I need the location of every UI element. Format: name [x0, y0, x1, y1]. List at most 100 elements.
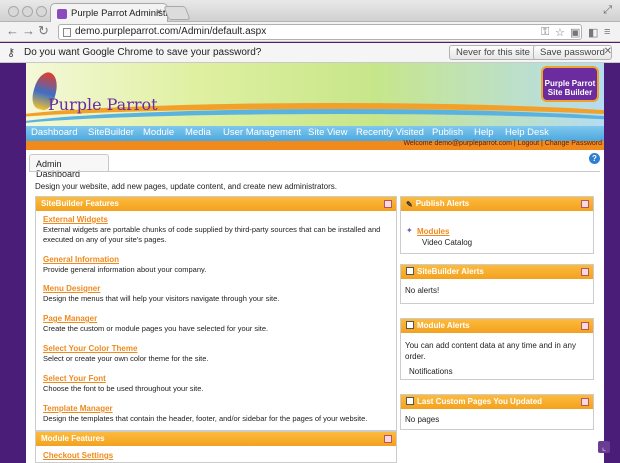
minimize-icon[interactable] [384, 200, 392, 208]
close-window-icon[interactable] [8, 6, 19, 17]
tab-close-icon[interactable]: × [156, 7, 162, 18]
item-description: Choose the font to be used throughout yo… [43, 384, 204, 393]
sitebuilder-alerts-panel: SiteBuilder Alerts No alerts! [400, 264, 594, 304]
never-for-site-button[interactable]: Never for this site [449, 45, 537, 60]
list-item: External Widgets External widgets are po… [43, 215, 383, 245]
module-alerts-text: You can add content data at any time and… [405, 341, 576, 361]
no-pages-text: No pages [405, 415, 440, 424]
document-icon [406, 267, 414, 275]
minimize-icon[interactable] [581, 322, 589, 330]
site-logo[interactable]: Purple Parrot [48, 95, 158, 114]
menu-item-module[interactable]: Module [143, 127, 174, 138]
save-password-button[interactable]: Save password [533, 45, 612, 60]
panel-header: SiteBuilder Features [36, 197, 396, 211]
list-item: Menu Designer Design the menus that will… [43, 284, 383, 304]
no-alerts-text: No alerts! [405, 286, 440, 295]
item-description: Select or create your own color theme fo… [43, 354, 209, 363]
sitebuilder-logo: Purple Parrot Site Builder [541, 66, 599, 102]
page-manager-link[interactable]: Page Manager [43, 314, 383, 323]
minimize-icon[interactable] [581, 398, 589, 406]
tab-title: Purple Parrot Administratio [71, 8, 168, 19]
pencil-icon: ✎ [406, 200, 413, 209]
modules-link[interactable]: Modules [417, 226, 449, 237]
panel-title: Module Features [41, 434, 105, 443]
select-font-link[interactable]: Select Your Font [43, 374, 383, 383]
list-item: Template Manager Design the templates th… [43, 404, 383, 424]
menu-item-help[interactable]: Help [474, 127, 494, 138]
list-item: Select Your Font Choose the font to be u… [43, 374, 383, 394]
favicon-icon [57, 9, 67, 19]
list-item: Page Manager Create the custom or module… [43, 314, 383, 334]
module-icon: ✦ [406, 226, 413, 235]
panel-title: Publish Alerts [415, 199, 470, 208]
menu-icon[interactable]: ≡ [604, 26, 610, 38]
tab-divider [29, 171, 600, 172]
close-icon[interactable]: ✕ [604, 46, 612, 57]
fullscreen-icon[interactable]: ⤢ [603, 4, 612, 17]
url-text: demo.purpleparrot.com/Admin/default.aspx [75, 26, 267, 37]
new-tab-button[interactable] [163, 6, 191, 20]
password-prompt: Do you want Google Chrome to save your p… [24, 47, 262, 58]
panel-header: ✎ Publish Alerts [401, 197, 593, 211]
list-item: Checkout Settings [43, 451, 383, 460]
checkout-settings-link[interactable]: Checkout Settings [43, 451, 383, 460]
module-alerts-panel: Module Alerts You can add content data a… [400, 318, 594, 380]
page-icon [63, 28, 71, 37]
menu-item-publish[interactable]: Publish [432, 127, 463, 138]
minimize-icon[interactable] [581, 200, 589, 208]
sitebuilder-features-panel: SiteBuilder Features External Widgets Ex… [35, 196, 397, 431]
panel-title: Module Alerts [417, 321, 470, 330]
menu-item-dashboard[interactable]: Dashboard [31, 127, 77, 138]
template-manager-link[interactable]: Template Manager [43, 404, 383, 413]
general-information-link[interactable]: General Information [43, 255, 383, 264]
item-description: Create the custom or module pages you ha… [43, 324, 269, 333]
tab-admin-dashboard[interactable]: Admin Dashboard [29, 154, 109, 179]
panel-title: SiteBuilder Alerts [417, 267, 484, 276]
extension-icon[interactable]: ◧ [588, 26, 598, 39]
menu-item-media[interactable]: Media [185, 127, 211, 138]
video-catalog-item: Video Catalog [422, 238, 473, 247]
reload-icon[interactable]: ↻ [38, 24, 49, 38]
panel-title: Last Custom Pages You Updated [417, 397, 543, 406]
panel-header: SiteBuilder Alerts [401, 265, 593, 279]
document-icon [406, 397, 414, 405]
panel-header: Module Features [36, 432, 396, 446]
last-pages-panel: Last Custom Pages You Updated No pages [400, 394, 594, 430]
item-description: Design the templates that contain the he… [43, 414, 368, 423]
dashboard-intro: Design your website, add new pages, upda… [35, 182, 337, 191]
key-icon[interactable]: ⚿ [541, 26, 549, 39]
help-icon[interactable]: ? [589, 153, 600, 164]
panel-title: SiteBuilder Features [41, 199, 119, 208]
item-description: External widgets are portable chunks of … [43, 225, 381, 244]
resize-handle-icon[interactable]: ⌞ [598, 441, 610, 453]
minimize-icon[interactable] [581, 268, 589, 276]
external-widgets-link[interactable]: External Widgets [43, 215, 383, 224]
item-description: Provide general information about your c… [43, 265, 207, 274]
star-icon[interactable]: ☆ [555, 26, 565, 39]
item-description: Design the menus that will help your vis… [43, 294, 280, 303]
module-features-panel: Module Features Checkout Settings [35, 431, 397, 463]
publish-alerts-panel: ✎ Publish Alerts ✦ Modules Video Catalog [400, 196, 594, 254]
color-theme-link[interactable]: Select Your Color Theme [43, 344, 383, 353]
extension-icon[interactable]: ▣ [570, 26, 580, 39]
menu-designer-link[interactable]: Menu Designer [43, 284, 383, 293]
menu-item-site-view[interactable]: Site View [308, 127, 347, 138]
menu-item-recently-visited[interactable]: Recently Visited [356, 127, 424, 138]
menu-item-user-management[interactable]: User Management [223, 127, 301, 138]
back-icon[interactable]: ← [6, 24, 19, 38]
panel-header: Last Custom Pages You Updated [401, 395, 593, 409]
menu-item-help-desk[interactable]: Help Desk [505, 127, 549, 138]
forward-icon[interactable]: → [22, 24, 35, 38]
minimize-window-icon[interactable] [22, 6, 33, 17]
list-item: Select Your Color Theme Select or create… [43, 344, 383, 364]
minimize-icon[interactable] [384, 435, 392, 443]
address-bar[interactable]: demo.purpleparrot.com/Admin/default.aspx [58, 24, 582, 40]
panel-header: Module Alerts [401, 319, 593, 333]
key-icon: ⚷ [7, 47, 16, 59]
menu-item-sitebuilder[interactable]: SiteBuilder [88, 127, 134, 138]
zoom-window-icon[interactable] [36, 6, 47, 17]
list-item: General Information Provide general info… [43, 255, 383, 275]
browser-tab[interactable]: Purple Parrot Administratio × [50, 3, 168, 22]
welcome-text[interactable]: Welcome demo@purpleparrot.com | Logout |… [403, 140, 602, 147]
document-icon [406, 321, 414, 329]
